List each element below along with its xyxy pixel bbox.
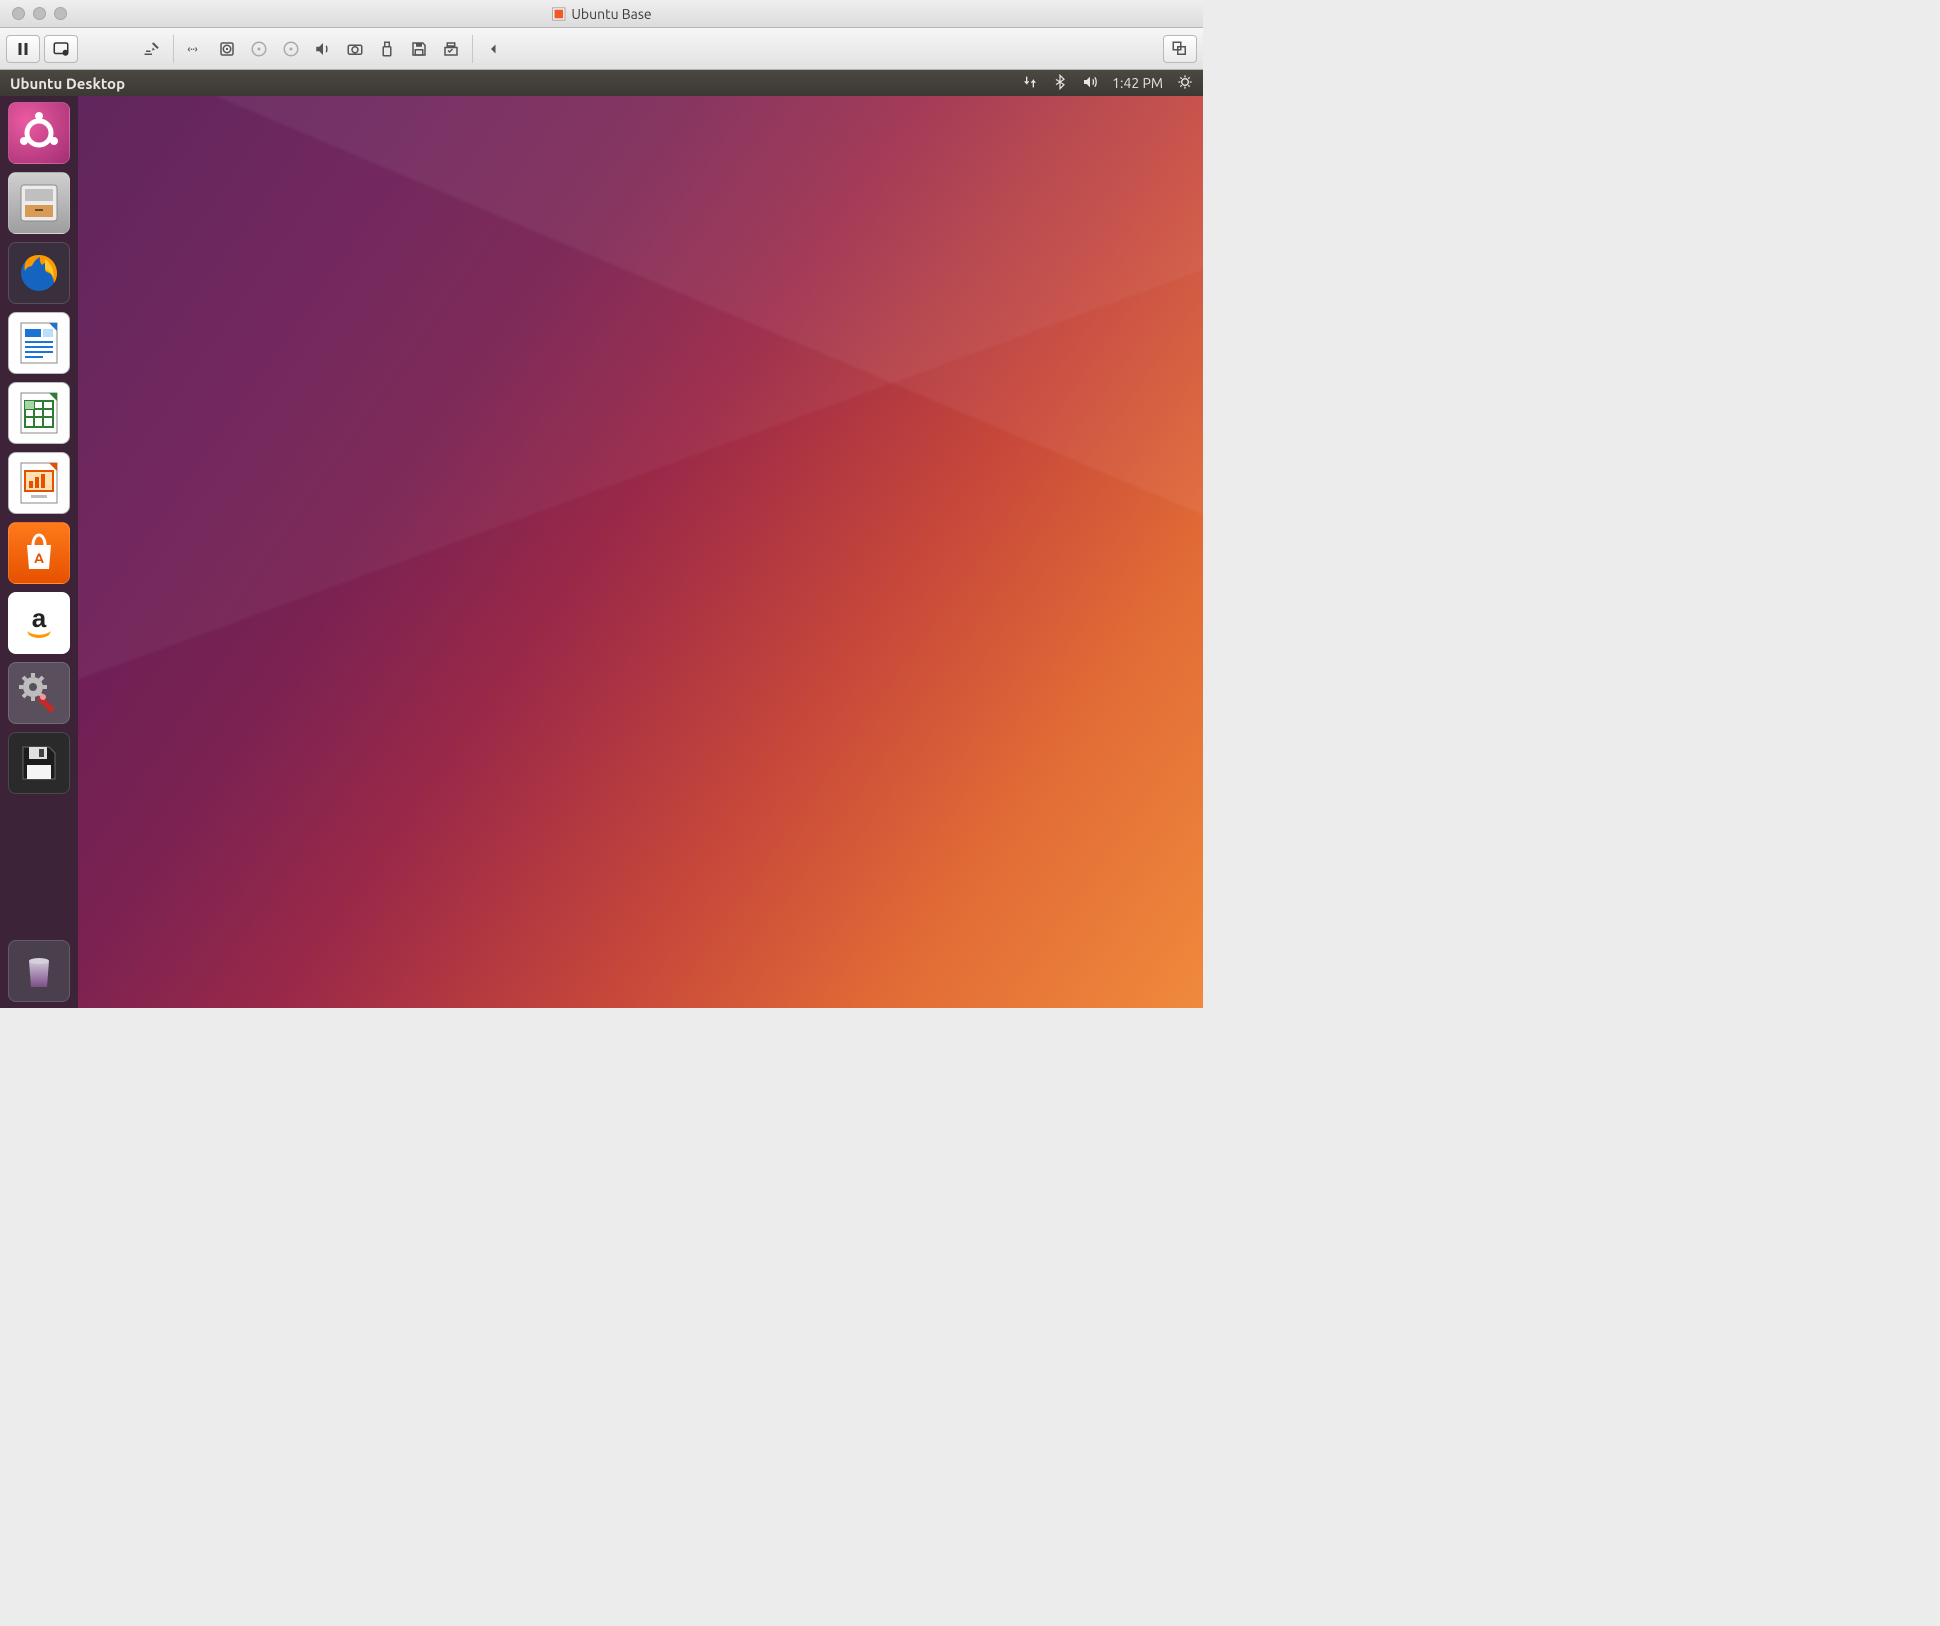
indicator-volume-icon[interactable] [1082,74,1098,93]
unity-launcher: A a [0,96,78,1008]
calc-spreadsheet-icon [15,389,63,437]
file-cabinet-icon [15,179,63,227]
launcher-save-media[interactable] [8,732,70,794]
svg-text:A: A [34,550,44,566]
launcher-amazon[interactable]: a [8,592,70,654]
host-window-title: Ubuntu Base [551,6,651,22]
writer-document-icon [15,319,63,367]
indicator-session-icon[interactable] [1177,74,1193,93]
svg-text:a: a [32,603,47,633]
launcher-ubuntu-software[interactable]: A [8,522,70,584]
firefox-icon [15,249,63,297]
vm-app-icon [551,7,565,21]
launcher-libreoffice-writer[interactable] [8,312,70,374]
panel-app-title: Ubuntu Desktop [10,75,1022,92]
minimize-window-button[interactable] [33,7,46,20]
vm-shared-folders-icon[interactable] [437,35,465,63]
ubuntu-logo-icon [15,109,63,157]
impress-presentation-icon [15,459,63,507]
indicator-bluetooth-icon[interactable] [1052,74,1068,93]
svg-text:‹··›: ‹··› [188,44,198,54]
launcher-dash-home[interactable] [8,102,70,164]
vm-camera-icon[interactable] [341,35,369,63]
launcher-libreoffice-impress[interactable] [8,452,70,514]
launcher-firefox[interactable] [8,242,70,304]
snapshot-vm-button[interactable] [44,35,78,63]
guest-vm-display: Ubuntu Desktop 1:42 PM [0,70,1203,1008]
host-window-title-text: Ubuntu Base [571,6,651,22]
settings-gear-wrench-icon [15,669,63,717]
fullscreen-button[interactable] [1163,35,1197,63]
vm-usb-icon[interactable] [373,35,401,63]
shopping-bag-icon: A [15,529,63,577]
vm-optical-drive-1-icon[interactable] [245,35,273,63]
vm-collapse-toolbar-icon[interactable] [480,35,508,63]
window-controls [0,7,67,20]
pause-vm-button[interactable] [6,35,40,63]
vm-settings-icon[interactable] [138,35,166,63]
launcher-files[interactable] [8,172,70,234]
ubuntu-top-panel: Ubuntu Desktop 1:42 PM [0,70,1203,96]
floppy-disk-icon [15,739,63,787]
vm-toolbar: ‹··› [0,28,1203,70]
vm-audio-icon[interactable] [309,35,337,63]
launcher-system-settings[interactable] [8,662,70,724]
launcher-trash[interactable] [8,940,70,1002]
trash-icon [15,947,63,995]
desktop-wallpaper[interactable] [78,96,1203,1008]
vm-floppy-icon[interactable] [405,35,433,63]
vm-network-icon[interactable]: ‹··› [181,35,209,63]
amazon-icon: a [15,599,63,647]
launcher-libreoffice-calc[interactable] [8,382,70,444]
indicator-network-icon[interactable] [1022,74,1038,93]
indicator-clock[interactable]: 1:42 PM [1112,75,1163,91]
close-window-button[interactable] [12,7,25,20]
zoom-window-button[interactable] [54,7,67,20]
vm-optical-drive-2-icon[interactable] [277,35,305,63]
host-window-titlebar: Ubuntu Base [0,0,1203,28]
vm-harddisk-icon[interactable] [213,35,241,63]
